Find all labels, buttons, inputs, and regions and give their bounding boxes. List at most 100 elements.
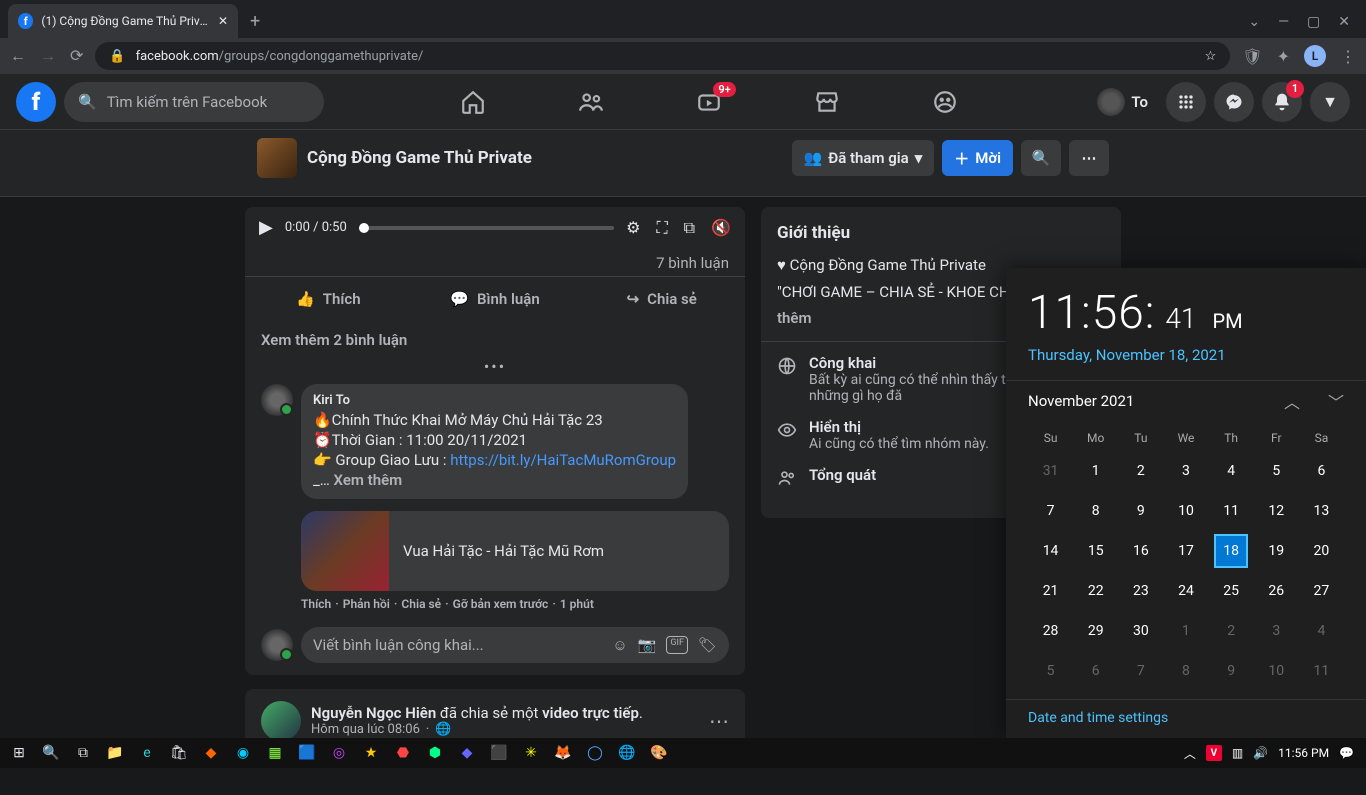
nav-marketplace[interactable]: [772, 78, 882, 126]
fb-logo[interactable]: f: [16, 82, 56, 122]
comment-like[interactable]: Thích: [301, 597, 331, 611]
sticker-icon[interactable]: 🏷: [698, 636, 717, 654]
play-button[interactable]: ▶: [259, 217, 273, 238]
app-icon[interactable]: ◆: [452, 739, 482, 767]
cal-day[interactable]: 7: [1118, 651, 1163, 691]
battery-icon[interactable]: ▥: [1232, 746, 1243, 760]
chrome-profile-avatar[interactable]: L: [1304, 45, 1326, 67]
browser-tab[interactable]: f (1) Cộng Đồng Game Thủ Private ✕: [8, 4, 238, 38]
extensions-icon[interactable]: ✦: [1277, 47, 1290, 66]
cal-day[interactable]: 25: [1209, 571, 1254, 611]
fullscreen-icon[interactable]: ⛶: [656, 218, 667, 238]
cal-day[interactable]: 5: [1028, 651, 1073, 691]
cal-day[interactable]: 23: [1118, 571, 1163, 611]
profile-chip[interactable]: To: [1093, 84, 1158, 120]
cal-day[interactable]: 11: [1209, 491, 1254, 531]
comment-remove-preview[interactable]: Gỡ bản xem trước: [453, 597, 549, 611]
post-author-avatar[interactable]: [261, 701, 301, 741]
cal-day[interactable]: 4: [1209, 451, 1254, 491]
see-more[interactable]: Xem thêm: [334, 471, 403, 489]
cal-day[interactable]: 9: [1209, 651, 1254, 691]
forward-button[interactable]: →: [40, 46, 56, 66]
video-seek[interactable]: [359, 226, 614, 230]
app-icon[interactable]: ★: [356, 739, 386, 767]
shield-icon[interactable]: 🛡: [1242, 47, 1262, 66]
back-button[interactable]: ←: [10, 46, 26, 66]
comment-button[interactable]: 💬Bình luận: [412, 277, 579, 321]
app-icon[interactable]: ◉: [228, 739, 258, 767]
fb-search[interactable]: 🔍 Tìm kiếm trên Facebook: [64, 82, 324, 122]
chrome-menu-icon[interactable]: ⋮: [1340, 47, 1356, 66]
cal-day[interactable]: 19: [1254, 531, 1299, 571]
cal-day[interactable]: 28: [1028, 611, 1073, 651]
flyout-date[interactable]: Thursday, November 18, 2021: [1028, 346, 1344, 364]
my-avatar[interactable]: [261, 629, 293, 661]
firefox-icon[interactable]: 🦊: [548, 739, 578, 767]
volume-icon[interactable]: 🔊: [1253, 746, 1268, 760]
explorer-icon[interactable]: 📁: [100, 739, 130, 767]
view-more-comments[interactable]: Xem thêm 2 bình luận: [245, 321, 745, 353]
post-menu[interactable]: ⋯: [709, 709, 729, 733]
gif-icon[interactable]: GIF: [666, 636, 688, 654]
app-icon[interactable]: ⬣: [388, 739, 418, 767]
comment-input[interactable]: Viết bình luận công khai... ☺ 📷 GIF 🏷: [301, 627, 729, 663]
pip-icon[interactable]: ⧉: [684, 218, 695, 238]
window-close-icon[interactable]: ✕: [1338, 14, 1350, 30]
store-icon[interactable]: 🛍: [164, 739, 194, 767]
invite-button[interactable]: ＋Mời: [942, 140, 1013, 176]
cal-day[interactable]: 8: [1073, 491, 1118, 531]
comment-reply[interactable]: Phản hồi: [343, 597, 390, 611]
like-button[interactable]: 👍Thích: [245, 277, 412, 321]
app-icon[interactable]: 🎨: [644, 739, 674, 767]
app-icon[interactable]: ◎: [324, 739, 354, 767]
post-author[interactable]: Nguyễn Ngọc Hiên: [311, 704, 436, 722]
comment-count[interactable]: 7 bình luận: [245, 248, 745, 276]
commenter-avatar[interactable]: [261, 384, 293, 416]
cal-day[interactable]: 29: [1073, 611, 1118, 651]
tray-chevron-icon[interactable]: ︿: [1184, 745, 1196, 762]
cal-day[interactable]: 20: [1299, 531, 1344, 571]
chrome-icon[interactable]: 🌐: [612, 739, 642, 767]
cal-day[interactable]: 3: [1163, 451, 1208, 491]
window-minimize-icon[interactable]: —: [1278, 14, 1289, 30]
calendar-month[interactable]: November 2021: [1028, 392, 1134, 410]
cal-day[interactable]: 2: [1118, 451, 1163, 491]
app-icon[interactable]: ◯: [580, 739, 610, 767]
cal-day[interactable]: 16: [1118, 531, 1163, 571]
cal-day[interactable]: 9: [1118, 491, 1163, 531]
task-view-icon[interactable]: ⧉: [68, 739, 98, 767]
date-time-settings-link[interactable]: Date and time settings: [1028, 710, 1344, 726]
cal-day[interactable]: 3: [1254, 611, 1299, 651]
group-thumbnail[interactable]: [257, 138, 297, 178]
mute-icon[interactable]: 🔇: [711, 218, 731, 238]
bookmark-star-icon[interactable]: ☆: [1205, 49, 1217, 64]
nav-watch[interactable]: 9+: [654, 78, 764, 126]
settings-gear-icon[interactable]: ⚙: [626, 218, 640, 238]
cal-day[interactable]: 1: [1163, 611, 1208, 651]
month-prev[interactable]: ︿: [1284, 389, 1300, 413]
cal-day[interactable]: 21: [1028, 571, 1073, 611]
cal-day[interactable]: 17: [1163, 531, 1208, 571]
action-center-icon[interactable]: 💬: [1339, 746, 1354, 760]
emoji-icon[interactable]: ☺: [612, 636, 627, 654]
cal-day[interactable]: 6: [1073, 651, 1118, 691]
cal-day[interactable]: 10: [1163, 491, 1208, 531]
reload-button[interactable]: ⟳: [70, 46, 83, 66]
edge-icon[interactable]: e: [132, 739, 162, 767]
cal-day[interactable]: 11: [1299, 651, 1344, 691]
comment-share[interactable]: Chia sẻ: [401, 597, 441, 611]
cal-day[interactable]: 7: [1028, 491, 1073, 531]
app-icon[interactable]: ▦: [260, 739, 290, 767]
comment-author[interactable]: Kiri To: [313, 392, 676, 410]
search-group-button[interactable]: 🔍: [1021, 140, 1061, 176]
account-dropdown[interactable]: ▼: [1310, 82, 1350, 122]
cal-day[interactable]: 27: [1299, 571, 1344, 611]
messenger-button[interactable]: [1214, 82, 1254, 122]
app-icon[interactable]: ◆: [196, 739, 226, 767]
cal-day[interactable]: 15: [1073, 531, 1118, 571]
close-tab-icon[interactable]: ✕: [218, 14, 228, 28]
camera-icon[interactable]: 📷: [638, 636, 657, 654]
comment-options[interactable]: •••: [245, 353, 745, 384]
cal-day[interactable]: 30: [1118, 611, 1163, 651]
start-button[interactable]: ⊞: [4, 739, 34, 767]
